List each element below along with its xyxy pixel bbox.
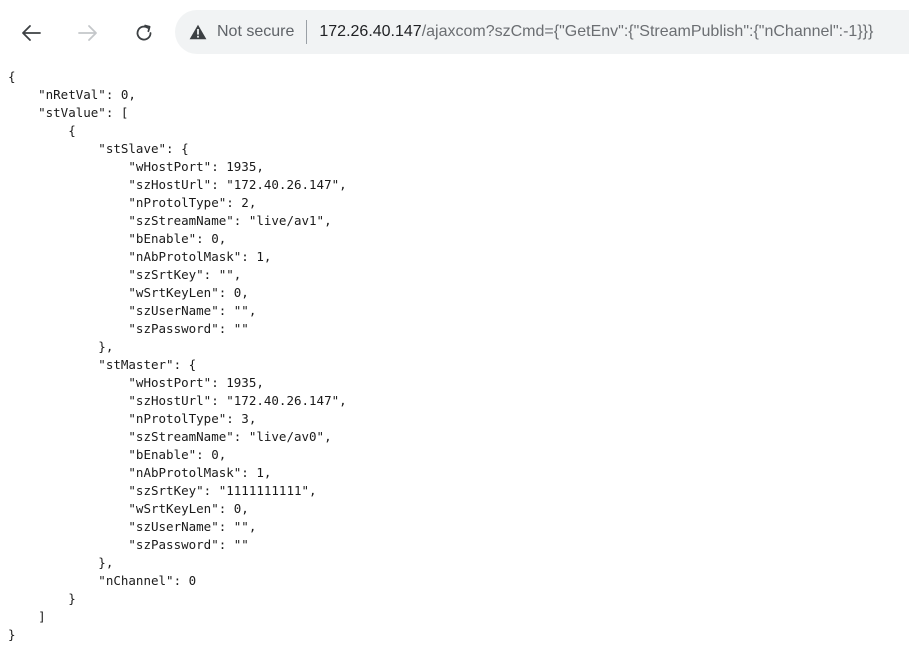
json-line: "szHostUrl": "172.40.26.147", bbox=[8, 393, 347, 408]
json-line: "szUserName": "", bbox=[8, 519, 257, 534]
json-line: "nRetVal": 0, bbox=[8, 87, 136, 102]
back-button[interactable] bbox=[18, 21, 44, 45]
json-line: }, bbox=[8, 339, 114, 354]
json-line: }, bbox=[8, 555, 114, 570]
json-line: } bbox=[8, 627, 16, 642]
json-line: "wHostPort": 1935, bbox=[8, 159, 264, 174]
url-path[interactable]: /ajaxcom?szCmd={"GetEnv":{"StreamPublish… bbox=[422, 23, 874, 41]
forward-button[interactable] bbox=[75, 21, 101, 45]
arrow-left-icon bbox=[20, 24, 42, 42]
json-line: "wSrtKeyLen": 0, bbox=[8, 501, 249, 516]
json-line: { bbox=[8, 69, 16, 84]
json-line: "stValue": [ bbox=[8, 105, 129, 120]
json-line: "nProtolType": 2, bbox=[8, 195, 257, 210]
json-line: "szStreamName": "live/av0", bbox=[8, 429, 332, 444]
json-line: "szHostUrl": "172.40.26.147", bbox=[8, 177, 347, 192]
json-line: "stSlave": { bbox=[8, 141, 189, 156]
json-line: } bbox=[8, 591, 76, 606]
security-status-label[interactable]: Not secure bbox=[217, 23, 294, 41]
reload-icon bbox=[134, 23, 154, 43]
json-line: "nChannel": 0 bbox=[8, 573, 197, 588]
reload-button[interactable] bbox=[131, 21, 157, 45]
json-line: "stMaster": { bbox=[8, 357, 197, 372]
json-line: ] bbox=[8, 609, 46, 624]
arrow-right-icon bbox=[77, 24, 99, 42]
json-line: "bEnable": 0, bbox=[8, 231, 227, 246]
json-line: "nProtolType": 3, bbox=[8, 411, 257, 426]
browser-toolbar: Not secure 172.26.40.147/ajaxcom?szCmd={… bbox=[0, 0, 909, 60]
json-line: { bbox=[8, 123, 76, 138]
json-line: "szSrtKey": "1111111111", bbox=[8, 483, 317, 498]
json-line: "bEnable": 0, bbox=[8, 447, 227, 462]
warning-triangle-icon[interactable] bbox=[189, 24, 207, 40]
json-line: "wSrtKeyLen": 0, bbox=[8, 285, 249, 300]
json-line: "szSrtKey": "", bbox=[8, 267, 242, 282]
json-line: "wHostPort": 1935, bbox=[8, 375, 264, 390]
json-line: "szPassword": "" bbox=[8, 321, 249, 336]
url-host[interactable]: 172.26.40.147 bbox=[319, 23, 421, 41]
json-line: "nAbProtolMask": 1, bbox=[8, 249, 272, 264]
json-line: "szPassword": "" bbox=[8, 537, 249, 552]
json-line: "szStreamName": "live/av1", bbox=[8, 213, 332, 228]
address-divider bbox=[306, 20, 308, 44]
json-line: "szUserName": "", bbox=[8, 303, 257, 318]
address-bar[interactable]: Not secure 172.26.40.147/ajaxcom?szCmd={… bbox=[175, 10, 909, 54]
json-line: "nAbProtolMask": 1, bbox=[8, 465, 272, 480]
json-response-body: { "nRetVal": 0, "stValue": [ { "stSlave"… bbox=[8, 68, 903, 643]
